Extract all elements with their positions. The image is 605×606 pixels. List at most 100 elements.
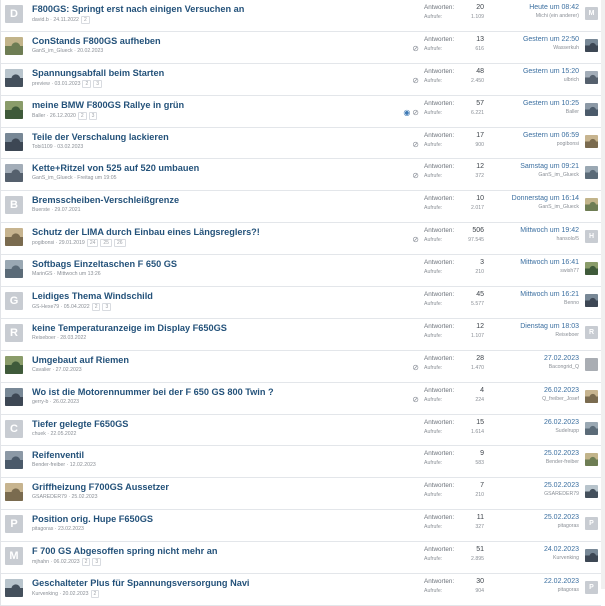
thread-title-link[interactable]: Position orig. Hupe F650GS [32, 514, 153, 524]
thread-start-date[interactable]: 03.02.2023 [57, 144, 83, 150]
thread-author[interactable]: GS-Hexe79 [32, 304, 59, 310]
last-poster-avatar[interactable]: P [585, 517, 598, 531]
thread-start-date[interactable]: 05.04.2022 [64, 304, 90, 310]
thread-row[interactable]: Geschalteter Plus für Spannungsversorgun… [1, 574, 601, 606]
thread-start-date[interactable]: Mittwoch um 13:26 [57, 271, 101, 277]
thread-title-link[interactable]: Leidiges Thema Windschild [32, 291, 153, 301]
thread-start-date[interactable]: 25.02.2023 [72, 494, 98, 500]
thread-title-link[interactable]: Griffheizung F700GS Aussetzer [32, 482, 169, 492]
thread-author[interactable]: Buerste [32, 207, 50, 213]
last-post-user[interactable]: Michi (ein anderer) [469, 13, 579, 19]
author-avatar[interactable] [5, 451, 23, 470]
thread-title-link[interactable]: keine Temperaturanzeige im Display F650G… [32, 323, 227, 333]
author-avatar[interactable]: M [5, 547, 23, 566]
thread-start-date[interactable]: 06.02.2023 [54, 559, 80, 565]
last-poster-avatar[interactable]: R [585, 325, 598, 339]
last-post-user[interactable]: Kurvenking [469, 555, 579, 561]
thread-author[interactable]: pitagoras [32, 526, 53, 532]
thread-author[interactable]: GanS_im_Glueck [32, 48, 73, 54]
thread-author[interactable]: david.b [32, 17, 49, 23]
page-link[interactable]: 2 [81, 558, 91, 567]
thread-row[interactable]: Spannungsabfall beim Starten preview · 03… [1, 63, 601, 96]
last-post-user[interactable]: Bacongrid_Q [469, 364, 579, 370]
thread-title-link[interactable]: Bremsscheiben-Verschleißgrenze [32, 195, 179, 205]
last-post-date-link[interactable]: 26.02.2023 [469, 419, 579, 426]
author-avatar[interactable] [5, 228, 23, 247]
thread-row[interactable]: Kette+Ritzel von 525 auf 520 umbauen GanS… [1, 159, 601, 192]
author-avatar[interactable]: D [5, 5, 23, 23]
thread-row[interactable]: Schutz der LIMA durch Einbau eines Längs… [1, 223, 601, 256]
thread-author[interactable]: GSAREDER79 [32, 494, 67, 500]
thread-author[interactable]: Baller [32, 113, 45, 119]
author-avatar[interactable]: C [5, 419, 23, 438]
thread-row[interactable]: G Leidiges Thema Windschild GS-Hexe79 · 05… [1, 287, 601, 319]
author-avatar[interactable] [5, 579, 23, 598]
author-avatar[interactable]: P [5, 515, 23, 534]
last-poster-avatar[interactable] [585, 357, 598, 371]
last-post-user[interactable]: swish77 [469, 268, 579, 274]
last-post-user[interactable]: Benno [469, 300, 579, 306]
author-avatar[interactable] [5, 355, 23, 374]
last-post-user[interactable]: hansolo/5 [469, 236, 580, 242]
page-link[interactable]: 2 [77, 111, 87, 120]
author-avatar[interactable] [5, 260, 23, 279]
last-post-date-link[interactable]: 25.02.2023 [469, 482, 579, 489]
author-avatar[interactable]: R [5, 323, 23, 342]
author-avatar[interactable] [5, 36, 23, 55]
last-post-user[interactable]: Q_freiber_Josef [469, 396, 579, 402]
author-avatar[interactable] [5, 483, 23, 502]
last-poster-avatar[interactable] [585, 453, 598, 467]
thread-author[interactable]: gerry-b [32, 399, 48, 405]
author-avatar[interactable]: B [5, 196, 23, 215]
thread-author[interactable]: GanS_im_Glueck [32, 175, 73, 181]
thread-row[interactable]: M F 700 GS Abgesoffen spring nicht mehr a… [1, 542, 601, 575]
thread-title-link[interactable]: Wo ist die Motorennummer bei der F 650 G… [32, 387, 274, 397]
page-link[interactable]: 2 [91, 303, 101, 312]
author-avatar[interactable] [5, 164, 23, 183]
last-poster-avatar[interactable]: H [585, 230, 598, 244]
last-post-user[interactable]: pogibonsi [469, 141, 579, 147]
last-post-date-link[interactable]: 27.02.2023 [469, 355, 579, 362]
last-post-date-link[interactable]: Gestern um 22:50 [469, 36, 579, 43]
last-poster-avatar[interactable]: M [585, 7, 598, 20]
thread-author[interactable]: chuek [32, 431, 46, 437]
thread-title-link[interactable]: Kette+Ritzel von 525 auf 520 umbauen [32, 163, 199, 173]
thread-start-date[interactable]: Freitag um 19:05 [77, 175, 116, 181]
thread-author[interactable]: Bender-freiber [32, 462, 65, 468]
thread-start-date[interactable]: 20.02.2023 [77, 48, 103, 54]
last-poster-avatar[interactable] [585, 38, 598, 52]
last-post-date-link[interactable]: Mittwoch um 16:41 [469, 259, 579, 266]
last-post-user[interactable]: pitagoras [469, 523, 579, 529]
thread-start-date[interactable]: 03.01.2023 [55, 81, 81, 87]
page-link[interactable]: 3 [92, 558, 102, 567]
page-link[interactable]: 26 [113, 239, 126, 248]
thread-start-date[interactable]: 20.02.2023 [63, 591, 89, 597]
last-post-user[interactable]: GanS_im_Glueck [469, 204, 579, 210]
thread-title-link[interactable]: Softbags Einzeltaschen F 650 GS [32, 259, 177, 269]
thread-start-date[interactable]: 26.02.2023 [53, 399, 79, 405]
last-post-date-link[interactable]: Heute um 08:42 [469, 4, 579, 11]
last-post-date-link[interactable]: Gestern um 15:20 [469, 68, 579, 75]
last-poster-avatar[interactable] [585, 70, 598, 84]
author-avatar[interactable] [5, 100, 23, 119]
thread-row[interactable]: B Bremsscheiben-Verschleißgrenze Buerste ·… [1, 191, 601, 224]
page-link[interactable]: 3 [93, 79, 103, 88]
page-link[interactable]: 2 [82, 79, 92, 88]
thread-row[interactable]: P Position orig. Hupe F650GS pitagoras · 2… [1, 510, 601, 543]
thread-title-link[interactable]: Tiefer gelegte F650GS [32, 419, 128, 429]
last-post-date-link[interactable]: 25.02.2023 [469, 450, 579, 457]
last-post-user[interactable]: GanS_im_Glueck [469, 172, 579, 178]
last-poster-avatar[interactable] [585, 166, 598, 180]
scrollbar[interactable] [601, 0, 605, 589]
thread-row[interactable]: ConStands F800GS aufheben GanS_im_Glueck … [1, 31, 601, 64]
last-post-user[interactable]: Baller [469, 109, 579, 115]
last-post-user[interactable]: GSAREDER79 [469, 491, 579, 497]
page-link[interactable]: 25 [100, 239, 112, 248]
thread-start-date[interactable]: 28.03.2022 [60, 335, 86, 341]
last-poster-avatar[interactable] [585, 485, 598, 499]
author-avatar[interactable] [5, 132, 23, 151]
last-post-date-link[interactable]: 25.02.2023 [469, 514, 579, 521]
last-post-user[interactable]: Reiseboer [469, 332, 579, 338]
thread-title-link[interactable]: Reifenventil [32, 450, 84, 460]
page-link[interactable]: 2 [90, 590, 100, 599]
